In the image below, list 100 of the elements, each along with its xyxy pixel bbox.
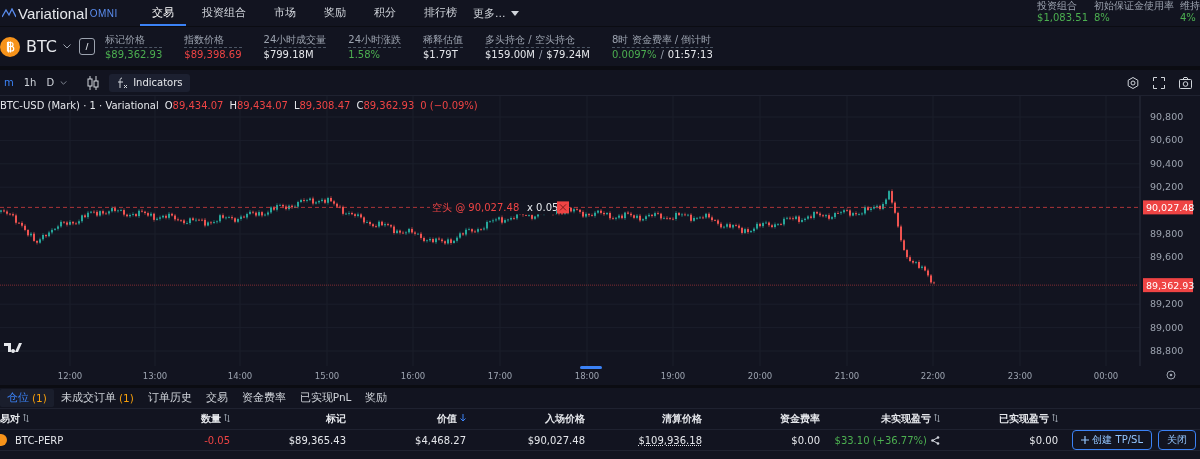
- sort-icon[interactable]: [224, 414, 230, 422]
- value-cell-text: $4,468.27: [414, 434, 466, 446]
- stat-label: 8时 资金费率 / 倒计时: [612, 33, 713, 48]
- column-header[interactable]: 数量: [110, 412, 230, 426]
- account-label: 维持: [1180, 0, 1200, 12]
- positions-tab[interactable]: 资金费率: [234, 389, 293, 407]
- positions-tab[interactable]: 仓位 (1): [0, 389, 54, 407]
- sort-down-icon[interactable]: [460, 414, 466, 422]
- stat-label: 标记价格: [105, 33, 163, 48]
- share-icon[interactable]: [931, 435, 940, 445]
- candles-icon[interactable]: [87, 75, 100, 90]
- chevron-down-icon[interactable]: [60, 80, 68, 85]
- time-tick: 15:00: [314, 371, 340, 381]
- sort-icon[interactable]: [934, 414, 940, 422]
- stat-label: 多头持仓 / 空头持仓: [485, 33, 590, 48]
- stat-value: 1.58%: [348, 49, 381, 60]
- nav-tab[interactable]: 积分: [362, 0, 408, 26]
- price-tick: 90,800: [1150, 111, 1184, 122]
- quantity-cell-text: -0.05: [203, 434, 230, 446]
- time-scroll-handle[interactable]: [580, 366, 602, 369]
- positions-tab[interactable]: 奖励: [358, 389, 395, 407]
- price-tick: 90,600: [1150, 134, 1184, 146]
- fullscreen-icon[interactable]: [1153, 76, 1165, 89]
- close-button[interactable]: 关闭: [1158, 430, 1196, 450]
- chevron-down-icon[interactable]: [63, 44, 71, 49]
- create-tpsl-button[interactable]: 创建 TP/SL: [1072, 430, 1152, 450]
- sort-icon[interactable]: [1052, 414, 1058, 422]
- stat-value: $1.79T: [423, 49, 458, 60]
- caret-icon: [510, 10, 519, 16]
- more-menu[interactable]: 更多...: [473, 5, 519, 21]
- order-line-label: 空头 @ 90,027.48: [430, 200, 526, 215]
- unrealized-pnl-cell: $33.10 (+36.77%): [834, 434, 927, 446]
- column-header[interactable]: 未实现盈亏: [820, 412, 940, 426]
- column-header[interactable]: 资金费率: [702, 412, 820, 426]
- cancel-order-icon[interactable]: [557, 201, 569, 214]
- positions-tab[interactable]: 交易: [198, 389, 235, 407]
- ohlc-value: L89,308.47: [293, 100, 351, 111]
- interval-option[interactable]: D: [42, 77, 59, 88]
- camera-icon[interactable]: [1179, 76, 1192, 89]
- separator-label: /: [660, 49, 664, 60]
- sort-icon[interactable]: [23, 414, 30, 422]
- stat-label: 稀释估值: [423, 33, 463, 48]
- price-tick: 89,200: [1150, 298, 1184, 310]
- time-tick: 20:00: [747, 371, 773, 381]
- settings-icon[interactable]: [1166, 370, 1176, 380]
- indicators-button[interactable]: Indicators: [109, 73, 190, 92]
- ohlc-value: C89,362.93: [356, 100, 415, 111]
- account-value: $1,083.51: [1037, 12, 1088, 23]
- time-tick: 16:00: [400, 371, 426, 381]
- mark-price-cell-text: $89,365.43: [287, 434, 346, 446]
- liquidation-price-cell-text: $109,936.18: [637, 434, 702, 446]
- plus-icon: [1081, 436, 1090, 444]
- stat-label: 指数价格: [184, 33, 242, 48]
- ohlc-value: H89,434.07: [229, 100, 288, 111]
- time-tick: 19:00: [660, 371, 686, 381]
- positions-tab[interactable]: 已实现PnL: [292, 389, 359, 407]
- price-tick: 89,600: [1150, 251, 1184, 263]
- column-header[interactable]: 已实现盈亏: [940, 412, 1058, 426]
- stat-label: 24小时涨跌: [348, 33, 401, 48]
- price-tick: 90,200: [1150, 181, 1184, 193]
- function-icon: [116, 76, 129, 89]
- column-header[interactable]: 标记: [230, 412, 346, 426]
- positions-tab[interactable]: 订单历史: [140, 389, 199, 407]
- nav-tab[interactable]: 排行榜: [412, 0, 469, 26]
- settings-icon[interactable]: [1127, 76, 1139, 89]
- stat-value: 0.0097%: [612, 49, 657, 60]
- column-header[interactable]: 入场价格: [466, 412, 585, 426]
- funding-cell-text: $0.00: [790, 434, 820, 446]
- time-tick: 18:00: [574, 371, 600, 381]
- nav-tab[interactable]: 奖励: [312, 0, 358, 26]
- pair-cell: BTC-PERP: [15, 434, 64, 446]
- stat-value: $79.24M: [546, 49, 590, 60]
- ohlc-value: O89,434.07: [164, 100, 224, 111]
- slash-icon[interactable]: [79, 38, 95, 55]
- tradingview-logo-icon: [4, 343, 22, 353]
- entry-price-cell-text: $90,027.48: [526, 434, 585, 446]
- logo-icon: [2, 8, 16, 18]
- price-tick: 88,800: [1150, 345, 1184, 356]
- stat-value: $89,362.93: [105, 49, 163, 60]
- interval-option[interactable]: 1h: [19, 77, 41, 88]
- stat-value: 01:57:13: [667, 49, 713, 60]
- price-change: 0 (−0.09%): [420, 100, 478, 111]
- nav-tab[interactable]: 市场: [262, 0, 308, 26]
- realized-pnl-cell-text: $0.00: [1028, 434, 1058, 446]
- time-tick: 12:00: [57, 371, 83, 381]
- stat-label: 24小时成交量: [263, 33, 327, 48]
- time-tick: 21:00: [834, 371, 860, 381]
- column-header[interactable]: 易对: [0, 412, 110, 426]
- positions-tab[interactable]: 未成交订单 (1): [53, 389, 141, 407]
- column-header[interactable]: 清算价格: [585, 412, 702, 426]
- interval-option[interactable]: m: [0, 77, 18, 88]
- account-label: 初始保证金使用率: [1094, 0, 1174, 12]
- column-header[interactable]: 价值: [346, 412, 466, 426]
- price-tick: 89,800: [1150, 228, 1184, 239]
- order-quantity-label: x 0.05: [526, 200, 559, 215]
- time-tick: 13:00: [142, 371, 168, 381]
- symbol-selector[interactable]: BTC: [26, 37, 57, 56]
- nav-tab[interactable]: 投资组合: [190, 0, 258, 26]
- stat-value: $89,398.69: [184, 49, 242, 60]
- separator-label: /: [539, 49, 543, 60]
